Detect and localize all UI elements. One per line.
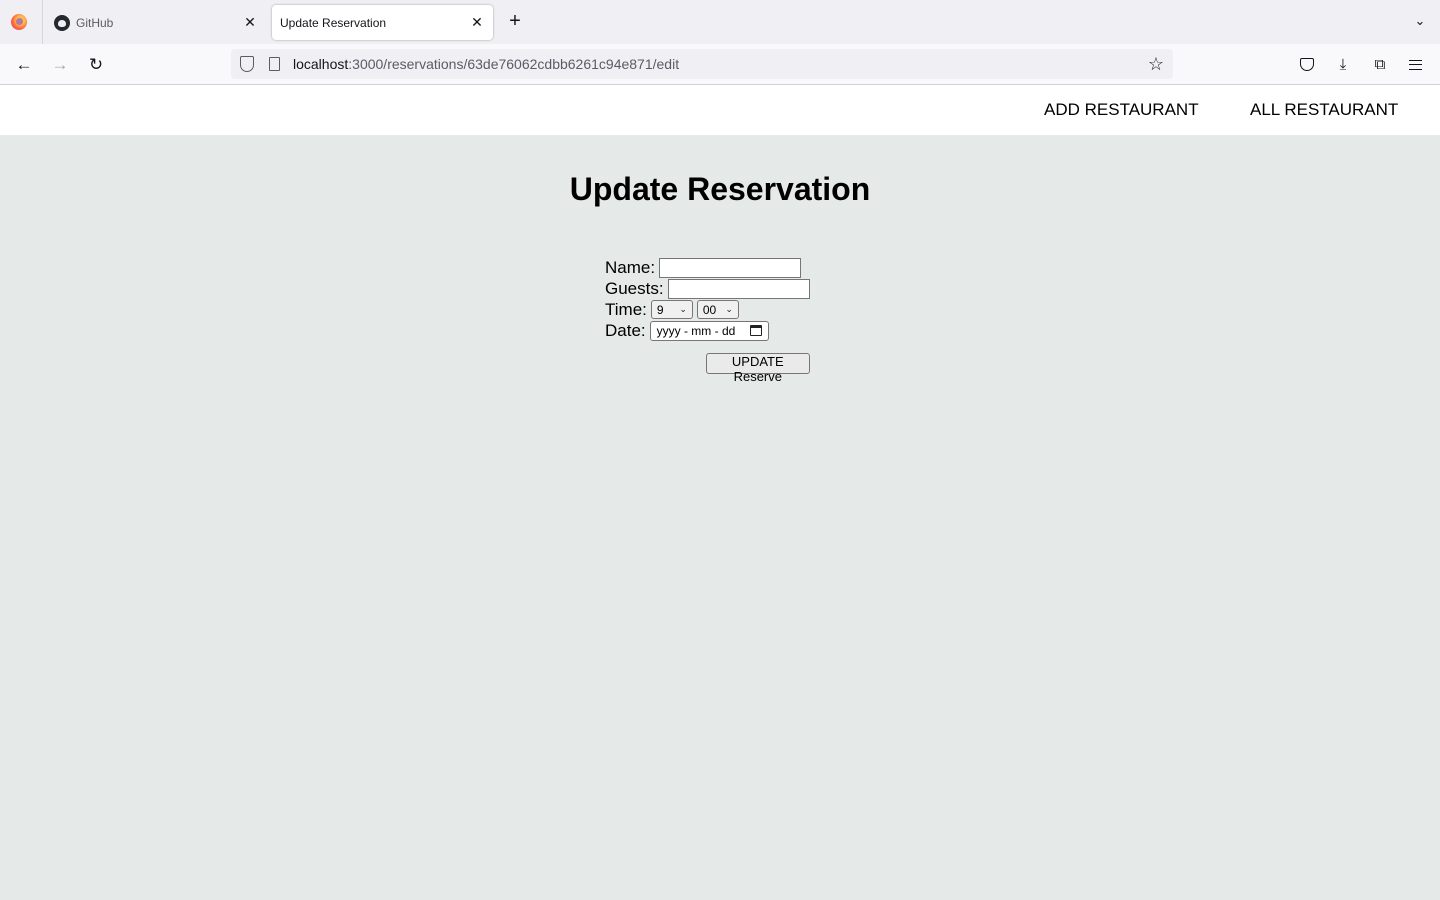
date-row: Date: yyyy - mm - dd (605, 320, 810, 341)
update-reserve-button[interactable]: UPDATE Reserve (706, 353, 810, 384)
new-tab-button[interactable]: + (503, 10, 527, 34)
guests-row: Guests: (605, 278, 810, 299)
url-text[interactable]: localhost:3000/reservations/63de76062cdb… (293, 56, 679, 72)
tab-title: Update Reservation (280, 15, 387, 30)
bookmark-star-icon[interactable]: ☆ (1145, 53, 1167, 75)
tab-update-reservation[interactable]: Update Reservation ✕ (272, 5, 493, 40)
reload-icon[interactable]: ↻ (84, 53, 108, 77)
close-icon[interactable]: ✕ (238, 14, 262, 31)
close-icon[interactable]: ✕ (465, 14, 489, 31)
date-field[interactable]: yyyy - mm - dd (649, 320, 769, 341)
date-placeholder: yyyy - mm - dd (656, 323, 736, 338)
minute-select[interactable]: 00 ⌄ (696, 300, 739, 319)
chevron-down-icon: ⌄ (679, 304, 687, 314)
browser-toolbar: ← → ↻ localhost:3000/reservations/63de76… (0, 44, 1440, 85)
forward-arrow-icon[interactable]: → (48, 53, 72, 77)
guests-field[interactable] (667, 278, 810, 299)
chevron-down-icon: ⌄ (725, 304, 733, 314)
hamburger-menu-icon[interactable] (1403, 53, 1427, 77)
nav-all-restaurant[interactable]: ALL RESTAURANT (1250, 100, 1398, 120)
calendar-icon[interactable] (749, 325, 762, 336)
page-icon[interactable] (269, 57, 280, 71)
pocket-icon[interactable] (1295, 53, 1319, 77)
tab-github[interactable]: GitHub ✕ (44, 5, 266, 40)
date-label: Date: (605, 320, 646, 340)
time-row: Time: 9 ⌄ 00 ⌄ (605, 299, 810, 320)
name-field[interactable] (659, 257, 802, 278)
address-bar[interactable]: localhost:3000/reservations/63de76062cdb… (231, 49, 1173, 79)
minute-value: 00 (702, 302, 717, 317)
chevron-down-icon[interactable]: ⌄ (1410, 13, 1430, 31)
page-title: Update Reservation (569, 171, 871, 207)
url-path: :3000/reservations/63de76062cdbb6261c94e… (348, 56, 680, 72)
page-viewport: ADD RESTAURANT ALL RESTAURANT Update Res… (0, 85, 1440, 900)
name-label: Name: (605, 257, 656, 277)
hour-value: 9 (656, 302, 664, 317)
download-icon[interactable]: ⤓ (1331, 53, 1355, 77)
browser-tab-strip: GitHub ✕ Update Reservation ✕ + ⌄ (0, 0, 1440, 44)
site-header: ADD RESTAURANT ALL RESTAURANT (0, 85, 1440, 135)
time-label: Time: (605, 299, 647, 319)
github-icon (54, 14, 70, 31)
tab-separator (42, 0, 43, 44)
nav-add-restaurant[interactable]: ADD RESTAURANT (1044, 100, 1199, 120)
url-host: localhost (293, 56, 349, 72)
tab-title: GitHub (76, 15, 114, 30)
name-row: Name: (605, 257, 810, 278)
back-arrow-icon[interactable]: ← (12, 53, 36, 77)
reservation-form: Name: Guests: Time: 9 ⌄ 00 ⌄ Date: yyyy … (605, 257, 810, 384)
guests-label: Guests: (605, 278, 664, 298)
hour-select[interactable]: 9 ⌄ (650, 300, 693, 319)
firefox-icon[interactable] (11, 14, 27, 30)
shield-icon[interactable] (240, 56, 254, 72)
extensions-icon[interactable]: ⧉ (1368, 53, 1392, 77)
